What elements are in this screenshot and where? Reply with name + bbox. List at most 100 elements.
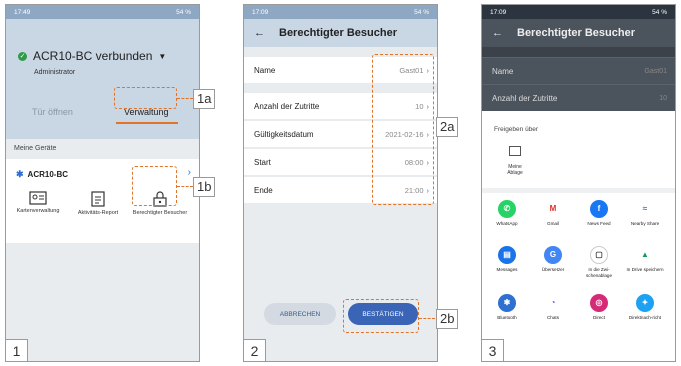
share-app-twitter-dm[interactable]: ✦ Direktnach-richt xyxy=(624,294,666,321)
app-label: News Feed xyxy=(587,221,611,226)
share-app-direct[interactable]: ◎ Direct xyxy=(578,294,620,321)
connection-label: ACR10-BC verbunden xyxy=(33,49,153,63)
app-label: Übersetzer xyxy=(541,267,565,272)
app-bar-dimmed: ← Berechtigter Besucher xyxy=(482,19,675,47)
page-title: Berechtigter Besucher xyxy=(517,27,635,39)
check-icon: ✓ xyxy=(18,51,27,61)
row-value: Gast01 xyxy=(644,67,667,75)
back-arrow-icon[interactable]: ← xyxy=(254,27,265,39)
back-arrow-icon: ← xyxy=(492,27,503,39)
whatsapp-icon: ✆ xyxy=(498,200,516,218)
status-bar: 17:09 54 % xyxy=(244,5,437,19)
callout-1a: 1a xyxy=(193,89,216,109)
row-label: Start xyxy=(254,157,271,167)
app-label: Bluetooth xyxy=(497,315,517,320)
feature-label: Aktivitäts-Report xyxy=(77,210,119,216)
share-app-news-feed[interactable]: f News Feed xyxy=(578,200,620,227)
cancel-button[interactable]: ABBRECHEN xyxy=(264,303,336,325)
status-battery: 54 % xyxy=(652,8,667,16)
status-time: 17:09 xyxy=(252,8,269,16)
panel-number: 3 xyxy=(482,339,504,361)
card-icon xyxy=(29,191,47,205)
share-target-label: Meine Ablage xyxy=(507,164,523,176)
messenger-icon: ◔ xyxy=(544,294,562,312)
share-sheet: Freigeben über Meine Ablage ✆ WhatsApp MG… xyxy=(482,120,675,361)
highlight-visitor-feature xyxy=(132,166,177,206)
callout-line xyxy=(419,318,435,319)
user-role: Administrator xyxy=(34,69,76,76)
row-value: 10 xyxy=(659,94,667,102)
callout-1b: 1b xyxy=(193,177,216,197)
highlight-field-values xyxy=(372,54,434,205)
connection-selector[interactable]: ✓ ACR10-BC verbunden ▼ xyxy=(18,49,166,63)
translate-icon: G xyxy=(544,246,562,264)
app-label: Direktnach-richt xyxy=(628,315,662,320)
status-battery: 54 % xyxy=(414,8,429,16)
bluetooth-icon: ✱ xyxy=(498,294,516,312)
row-label: Ende xyxy=(254,185,273,195)
app-label: Gmail xyxy=(547,221,559,226)
panel-number: 2 xyxy=(244,339,266,361)
feature-activity-report[interactable]: Aktivitäts-Report xyxy=(70,191,126,217)
row-label: Anzahl der Zutritte xyxy=(492,93,558,103)
status-bar: 17:49 54 % xyxy=(6,5,199,19)
app-label: In Drive speichern xyxy=(626,267,664,272)
folder-icon xyxy=(509,146,521,156)
drive-icon: ▲ xyxy=(636,246,654,264)
callout-line xyxy=(177,98,193,99)
row-label: Name xyxy=(254,65,276,75)
share-app-gmail[interactable]: M Gmail xyxy=(532,200,574,227)
status-bar: 17:09 54 % xyxy=(482,5,675,19)
report-icon xyxy=(91,191,105,207)
device-name: ACR10-BC xyxy=(27,170,68,179)
nearby-share-icon: ≈ xyxy=(636,200,654,218)
bluetooth-icon: ✱ xyxy=(16,169,24,179)
share-app-nearby[interactable]: ≈ Nearby Share xyxy=(624,200,666,227)
feature-label: Berechtigter Besucher xyxy=(132,210,188,216)
dropdown-arrow-icon: ▼ xyxy=(158,51,167,61)
app-label: WhatsApp xyxy=(496,221,518,226)
status-battery: 54 % xyxy=(176,8,191,16)
status-time: 17:09 xyxy=(490,8,507,16)
status-time: 17:49 xyxy=(14,8,31,16)
share-app-chats[interactable]: ◔ Chats xyxy=(532,294,574,321)
share-app-whatsapp[interactable]: ✆ WhatsApp xyxy=(486,200,528,227)
divider xyxy=(482,188,675,193)
share-app-translate[interactable]: G Übersetzer xyxy=(532,246,574,273)
row-label: Name xyxy=(492,66,514,76)
callout-2b: 2b xyxy=(436,309,459,329)
share-app-bluetooth[interactable]: ✱ Bluetooth xyxy=(486,294,528,321)
messages-icon: ▤ xyxy=(498,246,516,264)
clipboard-icon: ▢ xyxy=(590,246,608,264)
chevron-right-icon[interactable]: › xyxy=(188,167,191,178)
share-app-clipboard[interactable]: ▢ In die Zwi-schenablage xyxy=(578,246,620,278)
instagram-icon: ◎ xyxy=(590,294,608,312)
feature-label: Kartenverwaltung xyxy=(16,208,60,214)
page-title: Berechtigter Besucher xyxy=(279,27,397,39)
tab-door-open[interactable]: Tür öffnen xyxy=(32,107,73,117)
active-tab-indicator xyxy=(116,122,178,124)
header: ✓ ACR10-BC verbunden ▼ Administrator Tür… xyxy=(6,19,199,139)
row-name-dimmed: Name Gast01 xyxy=(482,57,675,84)
callout-2a: 2a xyxy=(436,117,459,137)
device-row[interactable]: ✱ ACR10-BC xyxy=(16,169,68,180)
section-title: Meine Geräte xyxy=(14,145,57,152)
highlight-management-tab xyxy=(114,87,177,109)
app-label: Chats xyxy=(546,315,559,320)
feature-card-management[interactable]: Kartenverwaltung xyxy=(10,191,66,215)
share-app-messages[interactable]: ▤ Messages xyxy=(486,246,528,273)
highlight-confirm-button xyxy=(343,299,419,333)
gmail-icon: M xyxy=(544,200,562,218)
facebook-icon: f xyxy=(590,200,608,218)
dimmed-spacer xyxy=(482,47,675,57)
callout-line xyxy=(177,186,193,187)
row-access-dimmed: Anzahl der Zutritte 10 xyxy=(482,84,675,111)
share-target-my-storage[interactable]: Meine Ablage xyxy=(500,146,530,176)
twitter-icon: ✦ xyxy=(636,294,654,312)
app-label: In die Zwi-schenablage xyxy=(585,267,613,278)
app-label: Messages xyxy=(496,267,518,272)
row-label: Gültigkeitsdatum xyxy=(254,129,314,139)
share-app-drive[interactable]: ▲ In Drive speichern xyxy=(624,246,666,273)
share-title: Freigeben über xyxy=(494,126,539,133)
row-label: Anzahl der Zutritte xyxy=(254,101,320,111)
